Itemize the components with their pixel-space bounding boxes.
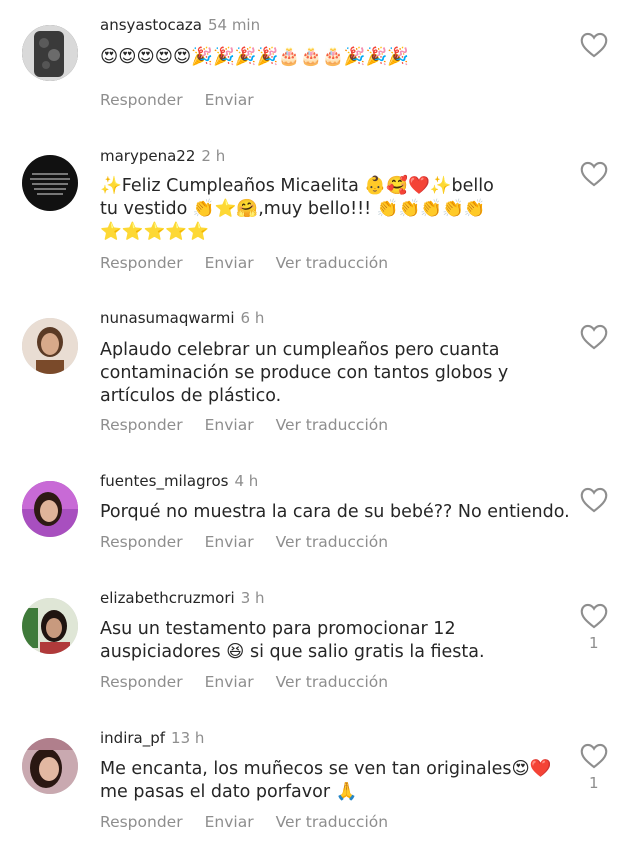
avatar-image	[22, 155, 78, 211]
comment-actions: Responder Enviar Ver traducción	[100, 673, 410, 691]
avatar-image	[22, 25, 78, 81]
send-button[interactable]: Enviar	[205, 91, 254, 109]
send-button[interactable]: Enviar	[205, 673, 254, 691]
avatar[interactable]	[22, 481, 78, 537]
username[interactable]: ansyastocaza	[100, 16, 202, 34]
comment-header: nunasumaqwarmi 6 h	[100, 308, 264, 328]
avatar[interactable]	[22, 598, 78, 654]
like-button[interactable]	[580, 324, 608, 350]
username[interactable]: marypena22	[100, 147, 195, 165]
reply-button[interactable]: Responder	[100, 416, 183, 434]
translate-button[interactable]: Ver traducción	[276, 533, 389, 551]
timestamp: 54 min	[207, 16, 261, 34]
heart-icon	[580, 487, 608, 513]
comment-text: Asu un testamento para promocionar 12 au…	[100, 619, 485, 662]
comment-header: ansyastocaza 54 min	[100, 15, 260, 35]
username[interactable]: nunasumaqwarmi	[100, 309, 235, 327]
send-button[interactable]: Enviar	[205, 416, 254, 434]
like-button[interactable]	[580, 32, 608, 58]
reply-button[interactable]: Responder	[100, 813, 183, 831]
translate-button[interactable]: Ver traducción	[276, 254, 389, 272]
avatar[interactable]	[22, 318, 78, 374]
like-count: 1	[589, 634, 599, 652]
avatar-image	[22, 738, 78, 794]
like-count: 1	[589, 774, 599, 792]
comment-header: indira_pf 13 h	[100, 728, 204, 748]
timestamp: 13 h	[171, 729, 205, 747]
like-button[interactable]	[580, 487, 608, 513]
avatar[interactable]	[22, 25, 78, 81]
avatar-image	[22, 318, 78, 374]
timestamp: 2 h	[201, 147, 226, 165]
timestamp: 3 h	[240, 589, 265, 607]
translate-button[interactable]: Ver traducción	[276, 673, 389, 691]
comment-text: 😍😍😍😍😍🎉🎉🎉🎉🎂🎂🎂🎉🎉🎉	[100, 47, 410, 67]
heart-icon	[580, 603, 608, 629]
comment-header: fuentes_milagros 4 h	[100, 471, 258, 491]
timestamp: 4 h	[234, 472, 259, 490]
username[interactable]: indira_pf	[100, 729, 165, 747]
comment-text: Aplaudo celebrar un cumpleaños pero cuan…	[100, 340, 509, 406]
like-button[interactable]	[580, 161, 608, 187]
reply-button[interactable]: Responder	[100, 91, 183, 109]
username[interactable]: fuentes_milagros	[100, 472, 228, 490]
like-button[interactable]	[580, 603, 608, 629]
comment-actions: Responder Enviar	[100, 91, 276, 109]
reply-button[interactable]: Responder	[100, 254, 183, 272]
comment-text: Me encanta, los muñecos se ven tan origi…	[100, 759, 552, 802]
avatar-image	[22, 481, 78, 537]
comment-text: ✨Feliz Cumpleaños Micaelita 👶🥰❤️✨bello t…	[100, 176, 494, 242]
translate-button[interactable]: Ver traducción	[276, 416, 389, 434]
timestamp: 6 h	[240, 309, 265, 327]
translate-button[interactable]: Ver traducción	[276, 813, 389, 831]
comment-actions: Responder Enviar Ver traducción	[100, 416, 410, 434]
send-button[interactable]: Enviar	[205, 533, 254, 551]
avatar-image	[22, 598, 78, 654]
heart-icon	[580, 324, 608, 350]
reply-button[interactable]: Responder	[100, 533, 183, 551]
comment-text: Porqué no muestra la cara de su bebé?? N…	[100, 502, 570, 522]
avatar[interactable]	[22, 738, 78, 794]
send-button[interactable]: Enviar	[205, 813, 254, 831]
avatar[interactable]	[22, 155, 78, 211]
heart-icon	[580, 32, 608, 58]
comment-actions: Responder Enviar Ver traducción	[100, 254, 410, 272]
send-button[interactable]: Enviar	[205, 254, 254, 272]
reply-button[interactable]: Responder	[100, 673, 183, 691]
comment-header: marypena22 2 h	[100, 146, 225, 166]
heart-icon	[580, 743, 608, 769]
comment-actions: Responder Enviar Ver traducción	[100, 813, 410, 831]
heart-icon	[580, 161, 608, 187]
comment-actions: Responder Enviar Ver traducción	[100, 533, 410, 551]
username[interactable]: elizabethcruzmori	[100, 589, 235, 607]
like-button[interactable]	[580, 743, 608, 769]
comment-header: elizabethcruzmori 3 h	[100, 588, 265, 608]
